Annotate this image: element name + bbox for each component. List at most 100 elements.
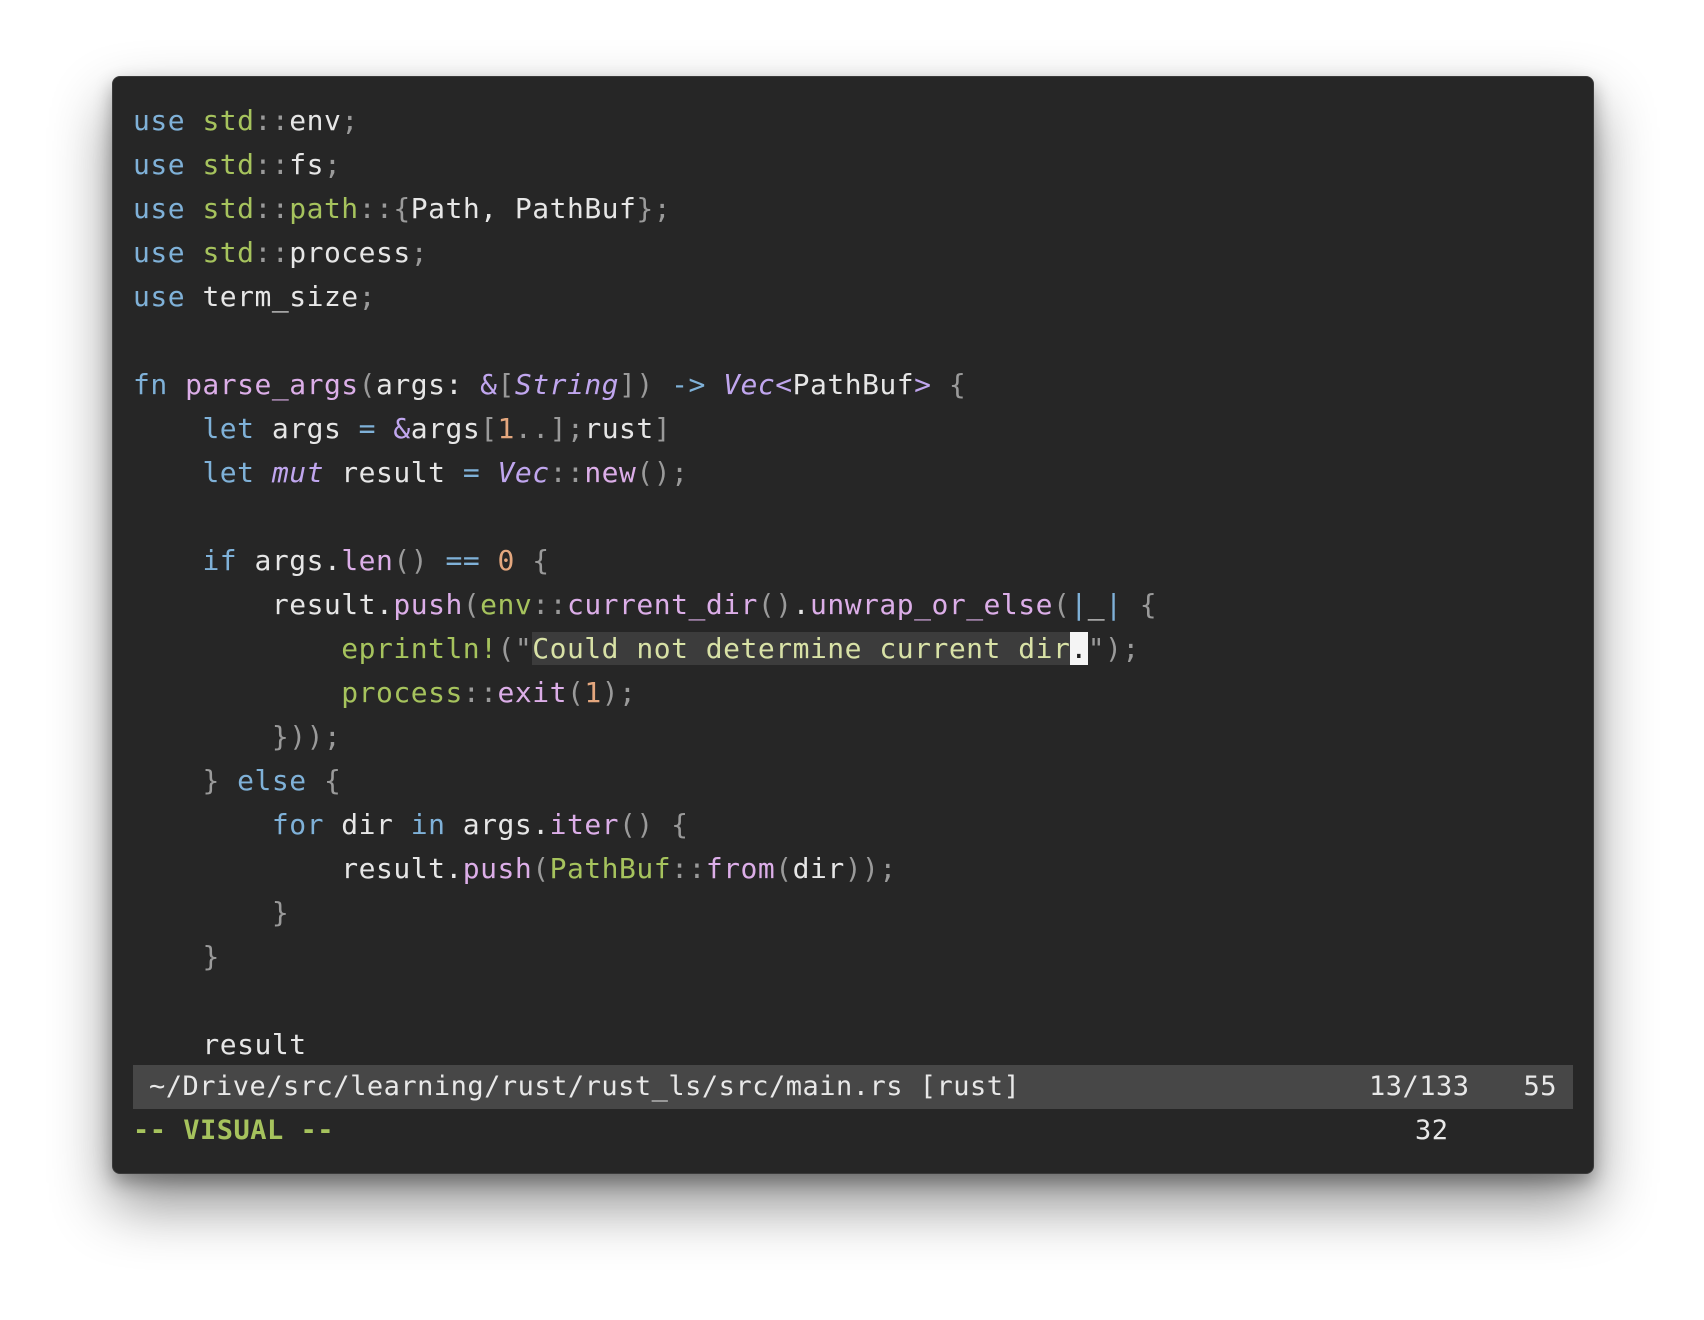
code-token: push [462,852,533,885]
text-cursor: . [1070,632,1088,665]
code-token: ; [323,148,342,181]
code-token: iter [549,808,620,841]
code-token: ); [601,676,637,709]
code-token: ( [462,588,481,621]
code-token: push [393,588,463,621]
status-bar: ~/Drive/src/learning/rust/rust_ls/src/ma… [133,1065,1573,1109]
code-token: ::{ [358,192,411,225]
code-token: } [202,940,220,973]
code-token: < [775,368,793,401]
code-line: process::exit(1); [133,671,1573,715]
code-token: fn [133,368,168,401]
code-token: { [948,368,967,401]
code-token: ( [532,852,550,885]
code-token: mut [271,456,324,489]
code-token: > [914,368,932,401]
code-token: path [289,192,359,225]
code-token: for [271,808,324,841]
code-token: :: [532,588,567,621]
code-line: use std::env; [133,99,1573,143]
code-line: } [133,935,1573,979]
code-token: } [202,764,220,797]
code-line: let args = &args[1..];rust] [133,407,1573,451]
code-token: "); [1087,632,1140,665]
code-token: . [792,588,810,621]
code-token: result. [133,588,394,621]
code-editor[interactable]: use std::env; use std::fs; use std::path::… [133,99,1573,1067]
code-token: dir [792,852,845,885]
code-token: ( [1053,588,1071,621]
code-token: 1 [584,676,602,709]
code-token: fs [289,148,324,181]
code-token: ( [775,852,793,885]
code-token: { [323,764,342,797]
code-token: result [133,1028,307,1061]
code-token: Vec [497,456,550,489]
code-token: env [480,588,533,621]
code-line: fn parse_args(args: &[String]) -> Vec<Pa… [133,363,1573,407]
code-token: rust [584,412,654,445]
code-token: | [1070,588,1088,621]
code-token: ] [653,412,672,445]
code-token: args [254,412,359,445]
code-token: == [445,544,481,577]
code-line: result.push(PathBuf::from(dir)); [133,847,1573,891]
code-token: parse_args [185,368,359,401]
code-token: else [237,764,307,797]
command-line[interactable]: -- VISUAL -- 32 [133,1109,1573,1153]
code-line: if args.len() == 0 { [133,539,1573,583]
code-token: PathBuf [792,368,915,401]
code-token: = [462,456,481,489]
code-token: (); [636,456,689,489]
code-token: use [133,104,186,137]
code-token: 0 [497,544,515,577]
code-token: current_dir [566,588,758,621]
code-token: from [705,852,776,885]
code-token: use [133,148,186,181]
file-path: ~/Drive/src/learning/rust/rust_ls/src/ma… [149,1071,1021,1102]
code-token: 1 [497,412,515,445]
code-token: ]) [619,368,654,401]
code-token: if [202,544,238,577]
code-token: { [671,808,689,841]
code-token: -> [671,368,706,401]
code-token: args. [237,544,342,577]
code-token: args [410,412,481,445]
code-token: std [202,192,255,225]
code-token: std [202,148,255,181]
code-token: unwrap_or_else [809,588,1053,621]
code-token: new [584,456,637,489]
code-token: | [1105,588,1123,621]
code-token: Path, PathBuf [410,192,637,225]
code-token: args: [376,368,481,401]
code-token: (" [497,632,533,665]
code-token: in [410,808,446,841]
mode-indicator: -- VISUAL -- [133,1115,335,1146]
code-token: () [757,588,793,621]
code-token: & [480,368,498,401]
code-line: use std::process; [133,231,1573,275]
code-token: std [202,236,255,269]
code-token: :: [671,852,706,885]
line-position: 13/133 [1369,1071,1470,1102]
code-token: ( [358,368,377,401]
code-token: ; [341,104,359,137]
